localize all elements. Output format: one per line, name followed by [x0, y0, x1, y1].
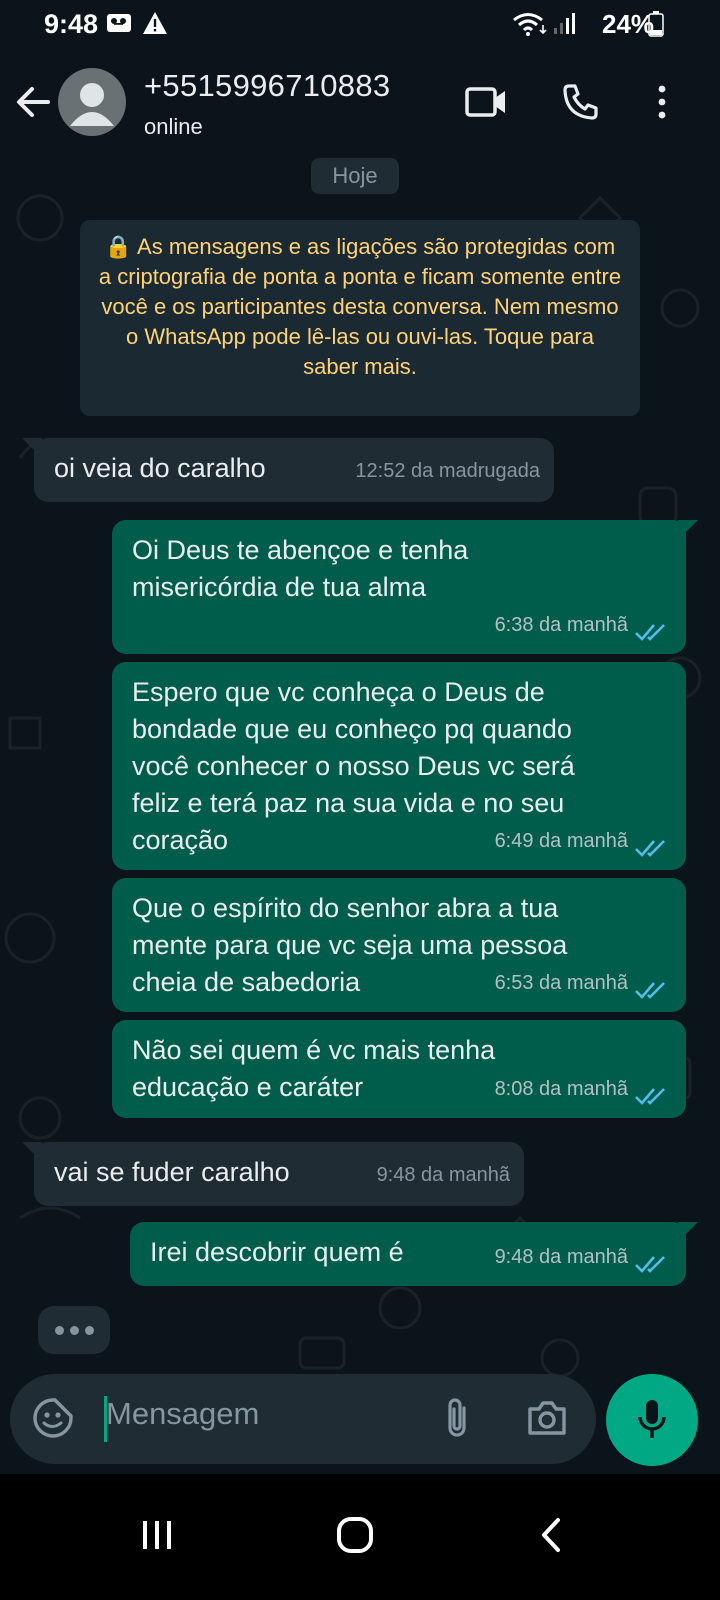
date-chip: Hoje [311, 158, 399, 194]
message-composer[interactable]: Mensagem [10, 1374, 596, 1464]
message-time: 6:38 da manhã [494, 614, 628, 636]
more-options-icon [658, 85, 666, 119]
typing-dot [54, 1325, 64, 1335]
message-time: 9:48 da manhã [494, 1246, 628, 1268]
recent-apps-button[interactable] [122, 1500, 192, 1570]
message-text: oi veia do caralho [54, 453, 266, 483]
recent-apps-icon [143, 1521, 171, 1549]
message-input[interactable]: Mensagem [106, 1396, 259, 1432]
attach-button[interactable] [434, 1395, 480, 1441]
contact-name[interactable]: +5515996710883 [144, 68, 390, 104]
double-check-icon [635, 1088, 665, 1105]
chat-area[interactable]: Hoje 🔒 As mensagens e as ligações são pr… [0, 158, 720, 1402]
encryption-notice-text: 🔒 As mensagens e as ligações são protegi… [98, 234, 622, 379]
message-outgoing[interactable]: Não sei quem é vc mais tenha educação e … [112, 1020, 686, 1118]
back-button[interactable] [516, 1500, 586, 1570]
camera-icon [528, 1401, 566, 1435]
system-nav-bar [0, 1474, 720, 1600]
message-time: 12:52 da madrugada [355, 460, 540, 482]
message-outgoing[interactable]: Irei descobrir quem é 9:48 da manhã [130, 1222, 686, 1286]
message-time: 6:53 da manhã [494, 972, 628, 994]
chat-header: +5515996710883 online [0, 52, 720, 158]
message-time: 6:49 da manhã [494, 830, 628, 852]
voice-call-button[interactable] [556, 76, 604, 128]
message-text: Oi Deus te abençoe e tenha misericórdia … [132, 535, 469, 602]
sticker-button[interactable] [30, 1395, 76, 1441]
message-outgoing[interactable]: Espero que vc conheça o Deus de bondade … [112, 662, 686, 870]
date-chip-label: Hoje [332, 163, 378, 188]
battery-icon [648, 11, 664, 37]
battery-percent: 24% [602, 9, 655, 39]
status-bar: 9:48 24% [0, 0, 720, 52]
back-arrow-icon[interactable] [14, 82, 54, 122]
typing-dot [69, 1325, 79, 1335]
message-text: Não sei quem é vc mais tenha educação e … [132, 1035, 496, 1102]
message-text: vai se fuder caralho [54, 1157, 290, 1187]
home-icon [337, 1517, 373, 1553]
double-check-icon [635, 840, 665, 857]
more-options-button[interactable] [638, 76, 686, 128]
contact-status: online [144, 114, 203, 139]
message-incoming[interactable]: vai se fuder caralho 9:48 da manhã [34, 1142, 524, 1206]
typing-indicator [38, 1306, 110, 1354]
avatar[interactable] [58, 68, 126, 136]
video-call-button[interactable] [462, 76, 510, 128]
phone-icon [563, 84, 598, 120]
voicemail-icon [107, 14, 131, 32]
typing-dot [84, 1325, 94, 1335]
avatar-placeholder-icon [70, 83, 114, 126]
message-incoming[interactable]: oi veia do caralho 12:52 da madrugada [34, 438, 554, 502]
double-check-icon [635, 1256, 665, 1273]
double-check-icon [635, 982, 665, 999]
double-check-icon [635, 624, 665, 641]
mic-button[interactable] [606, 1374, 698, 1466]
signal-icon [554, 13, 575, 34]
home-button[interactable] [320, 1500, 390, 1570]
message-time: 8:08 da manhã [494, 1078, 628, 1100]
video-call-icon [465, 87, 505, 117]
warning-icon [143, 12, 167, 34]
back-nav-icon [542, 1518, 560, 1552]
status-time: 9:48 [44, 9, 99, 39]
message-time: 9:48 da manhã [376, 1164, 510, 1186]
wifi-icon [513, 13, 547, 36]
message-outgoing[interactable]: Que o espírito do senhor abra a tua ment… [112, 878, 686, 1012]
message-text: Irei descobrir quem é [150, 1237, 404, 1267]
mic-icon [638, 1400, 666, 1438]
camera-button[interactable] [524, 1395, 570, 1441]
attach-icon [448, 1398, 466, 1437]
encryption-notice[interactable]: 🔒 As mensagens e as ligações são protegi… [80, 220, 640, 416]
sticker-icon [33, 1398, 73, 1438]
message-outgoing[interactable]: Oi Deus te abençoe e tenha misericórdia … [112, 520, 686, 654]
